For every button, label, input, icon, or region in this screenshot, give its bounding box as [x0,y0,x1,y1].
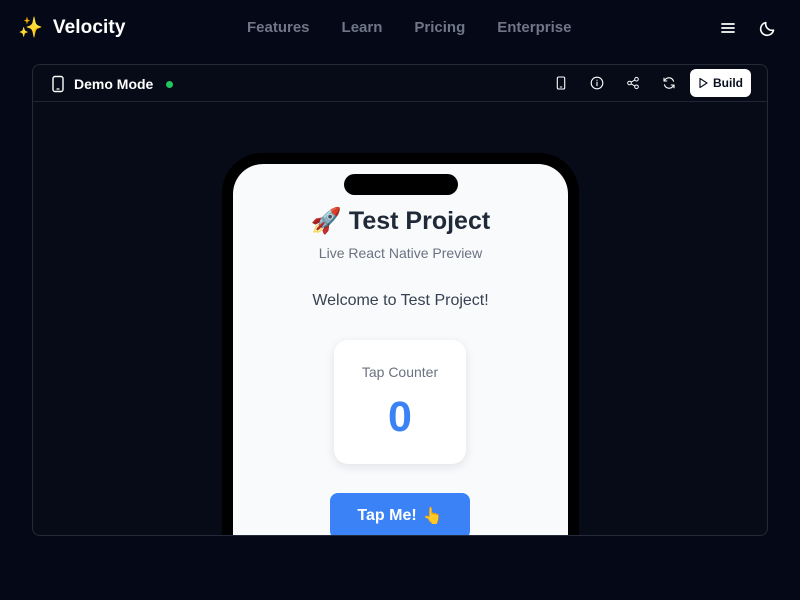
info-button[interactable] [588,74,606,92]
brand[interactable]: ✨ Velocity [18,14,126,42]
counter-value: 0 [388,393,412,441]
tap-me-button[interactable]: Tap Me! 👆 [330,493,470,535]
phone-icon [52,75,64,93]
build-button[interactable]: Build [690,69,751,97]
demo-mode-label: Demo Mode [51,74,174,94]
share-button[interactable] [624,74,642,92]
demo-panel: Demo Mode Build 🚀 Test Project Live Reac… [32,64,768,536]
rocket-icon: 🚀 [310,207,342,235]
sparkles-icon: ✨ [18,17,43,39]
demo-toolbar: Demo Mode Build [33,65,767,102]
phone-screen: 🚀 Test Project Live React Native Preview… [233,164,568,535]
app-subtitle: Live React Native Preview [318,245,483,261]
phone-preview-device: 🚀 Test Project Live React Native Preview… [222,153,579,535]
demo-title: Demo Mode [74,76,154,92]
tap-me-label: Tap Me! [357,507,417,524]
refresh-icon [663,77,675,89]
menu-button[interactable] [716,16,740,40]
tap-counter-card: Tap Counter 0 [334,340,466,464]
pointing-hand-icon: 👆 [422,508,443,525]
phone-icon [556,76,566,90]
main-navigation: Features Learn Pricing Enterprise [247,18,603,38]
nav-features[interactable]: Features [247,18,310,38]
build-button-label: Build [713,76,743,90]
nav-learn[interactable]: Learn [342,18,383,38]
refresh-button[interactable] [660,74,678,92]
brand-name: Velocity [52,17,126,38]
moon-icon [759,21,775,37]
top-navigation: ✨ Velocity Features Learn Pricing Enterp… [0,0,800,56]
app-title-text: Test Project [348,207,491,235]
welcome-message: Welcome to Test Project! [312,292,489,309]
info-icon [590,76,604,90]
nav-enterprise[interactable]: Enterprise [497,18,571,38]
theme-toggle-button[interactable] [756,16,780,40]
nav-pricing[interactable]: Pricing [414,18,465,38]
dynamic-island [344,174,458,195]
device-view-button[interactable] [552,74,570,92]
share-icon [627,76,639,90]
status-indicator [166,80,174,88]
play-icon [699,77,708,89]
counter-label: Tap Counter [361,364,439,380]
app-title: 🚀 Test Project [233,207,568,236]
menu-icon [721,23,735,33]
